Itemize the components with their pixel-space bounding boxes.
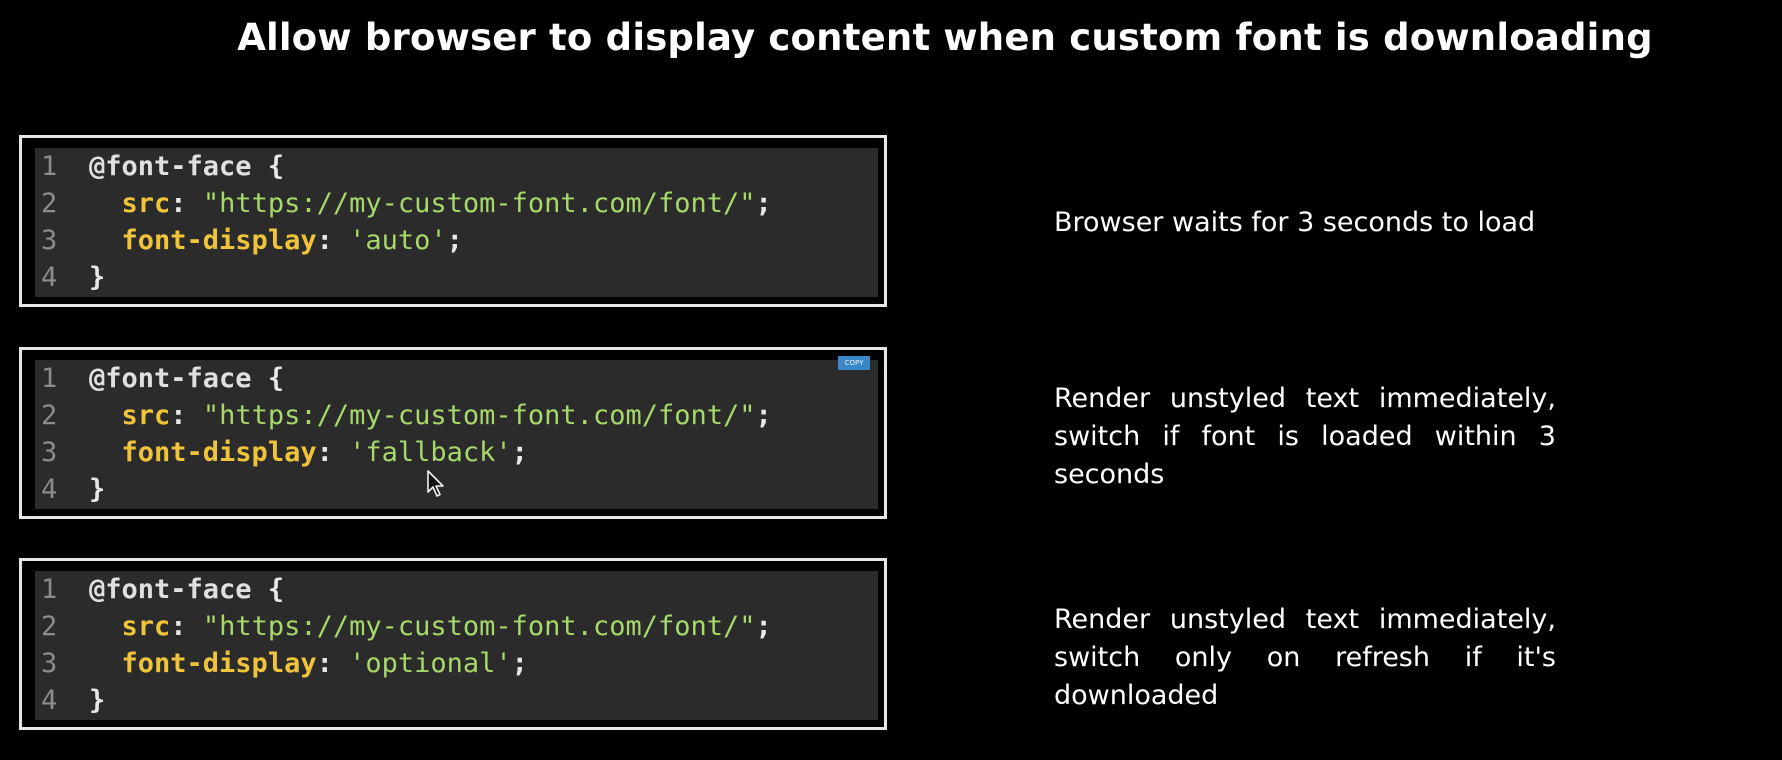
semicolon: ;: [446, 225, 463, 256]
slide-title: Allow browser to display content when cu…: [237, 16, 1653, 59]
font-display-property: font-display: [121, 225, 317, 256]
code-line-1: 1 @font-face {: [35, 148, 284, 186]
code-line-2: 2 src: "https://my-custom-font.com/font/…: [35, 185, 772, 223]
open-brace: {: [251, 363, 285, 394]
semicolon: ;: [511, 648, 528, 679]
code-snippet[interactable]: 1 @font-face { 2 src: "https://my-custom-…: [35, 360, 878, 509]
code-line-3: 3 font-display: 'fallback';: [35, 434, 528, 472]
semicolon: ;: [755, 188, 772, 219]
code-line-1: 1 @font-face {: [35, 571, 284, 609]
semicolon: ;: [755, 400, 772, 431]
colon: :: [316, 648, 350, 679]
code-block-auto: 1 @font-face { 2 src: "https://my-custom-…: [19, 135, 887, 307]
code-line-4: 4}: [35, 471, 105, 509]
close-brace: }: [89, 685, 106, 716]
src-value: "https://my-custom-font.com/font/": [202, 188, 756, 219]
line-number: 2: [41, 400, 58, 431]
colon: :: [316, 225, 350, 256]
src-property: src: [121, 400, 171, 431]
code-line-1: 1 @font-face {: [35, 360, 284, 398]
colon: :: [170, 400, 203, 431]
src-value: "https://my-custom-font.com/font/": [202, 400, 756, 431]
code-line-3: 3 font-display: 'optional';: [35, 645, 528, 683]
at-rule: @font-face: [89, 574, 252, 605]
line-number: 1: [41, 363, 58, 394]
mouse-pointer-icon: [427, 470, 444, 497]
line-number: 4: [41, 474, 58, 505]
code-block-fallback: 1 @font-face { 2 src: "https://my-custom-…: [19, 347, 887, 519]
line-number: 2: [41, 188, 58, 219]
close-brace: }: [89, 262, 106, 293]
semicolon: ;: [511, 437, 528, 468]
line-number: 3: [41, 648, 58, 679]
font-display-property: font-display: [121, 437, 317, 468]
font-display-value: 'fallback': [349, 437, 512, 468]
src-value: "https://my-custom-font.com/font/": [202, 611, 756, 642]
at-rule: @font-face: [89, 151, 252, 182]
at-rule: @font-face: [89, 363, 252, 394]
line-number: 2: [41, 611, 58, 642]
code-line-4: 4}: [35, 259, 105, 297]
src-property: src: [121, 611, 171, 642]
code-line-4: 4}: [35, 682, 105, 720]
line-number: 3: [41, 225, 58, 256]
description-fallback: Render unstyled text immediately, switch…: [1054, 383, 1556, 490]
semicolon: ;: [755, 611, 772, 642]
line-number: 4: [41, 262, 58, 293]
src-property: src: [121, 188, 171, 219]
code-line-2: 2 src: "https://my-custom-font.com/font/…: [35, 397, 772, 435]
code-snippet[interactable]: 1 @font-face { 2 src: "https://my-custom-…: [35, 148, 878, 297]
colon: :: [316, 437, 350, 468]
line-number: 1: [41, 151, 58, 182]
open-brace: {: [251, 151, 285, 182]
line-number: 4: [41, 685, 58, 716]
code-snippet[interactable]: 1 @font-face { 2 src: "https://my-custom-…: [35, 571, 878, 720]
font-display-value: 'optional': [349, 648, 512, 679]
open-brace: {: [251, 574, 285, 605]
code-line-2: 2 src: "https://my-custom-font.com/font/…: [35, 608, 772, 646]
line-number: 3: [41, 437, 58, 468]
colon: :: [170, 611, 203, 642]
colon: :: [170, 188, 203, 219]
font-display-value: 'auto': [349, 225, 447, 256]
description-optional: Render unstyled text immediately, switch…: [1054, 604, 1556, 711]
line-number: 1: [41, 574, 58, 605]
code-block-optional: 1 @font-face { 2 src: "https://my-custom-…: [19, 558, 887, 730]
copy-button[interactable]: COPY: [838, 356, 870, 370]
code-line-3: 3 font-display: 'auto';: [35, 222, 463, 260]
close-brace: }: [89, 474, 106, 505]
font-display-property: font-display: [121, 648, 317, 679]
description-auto: Browser waits for 3 seconds to load: [1054, 207, 1536, 238]
